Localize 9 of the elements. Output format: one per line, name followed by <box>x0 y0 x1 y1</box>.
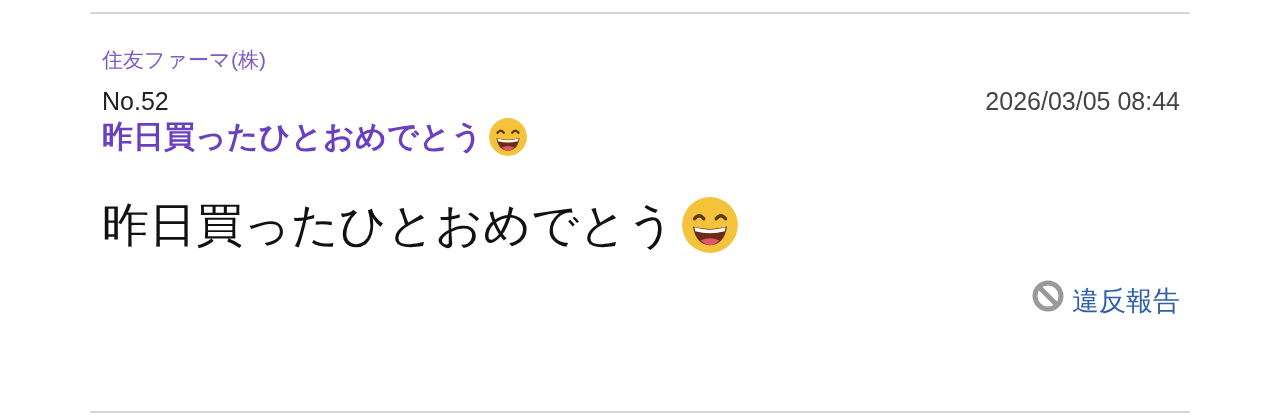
grinning-emoji-icon <box>487 116 529 158</box>
company-name: 住友ファーマ(株) <box>102 47 266 73</box>
prohibited-icon <box>1030 278 1066 314</box>
post-title: 昨日買ったひとおめでとう <box>102 118 483 156</box>
post-body: 昨日買ったひとおめでとう <box>102 197 675 253</box>
grinning-emoji-icon <box>679 194 741 256</box>
post-timestamp: 2026/03/05 08:44 <box>985 86 1180 116</box>
post-number: No.52 <box>102 86 169 116</box>
report-link[interactable]: 違反報告 <box>1072 284 1180 318</box>
